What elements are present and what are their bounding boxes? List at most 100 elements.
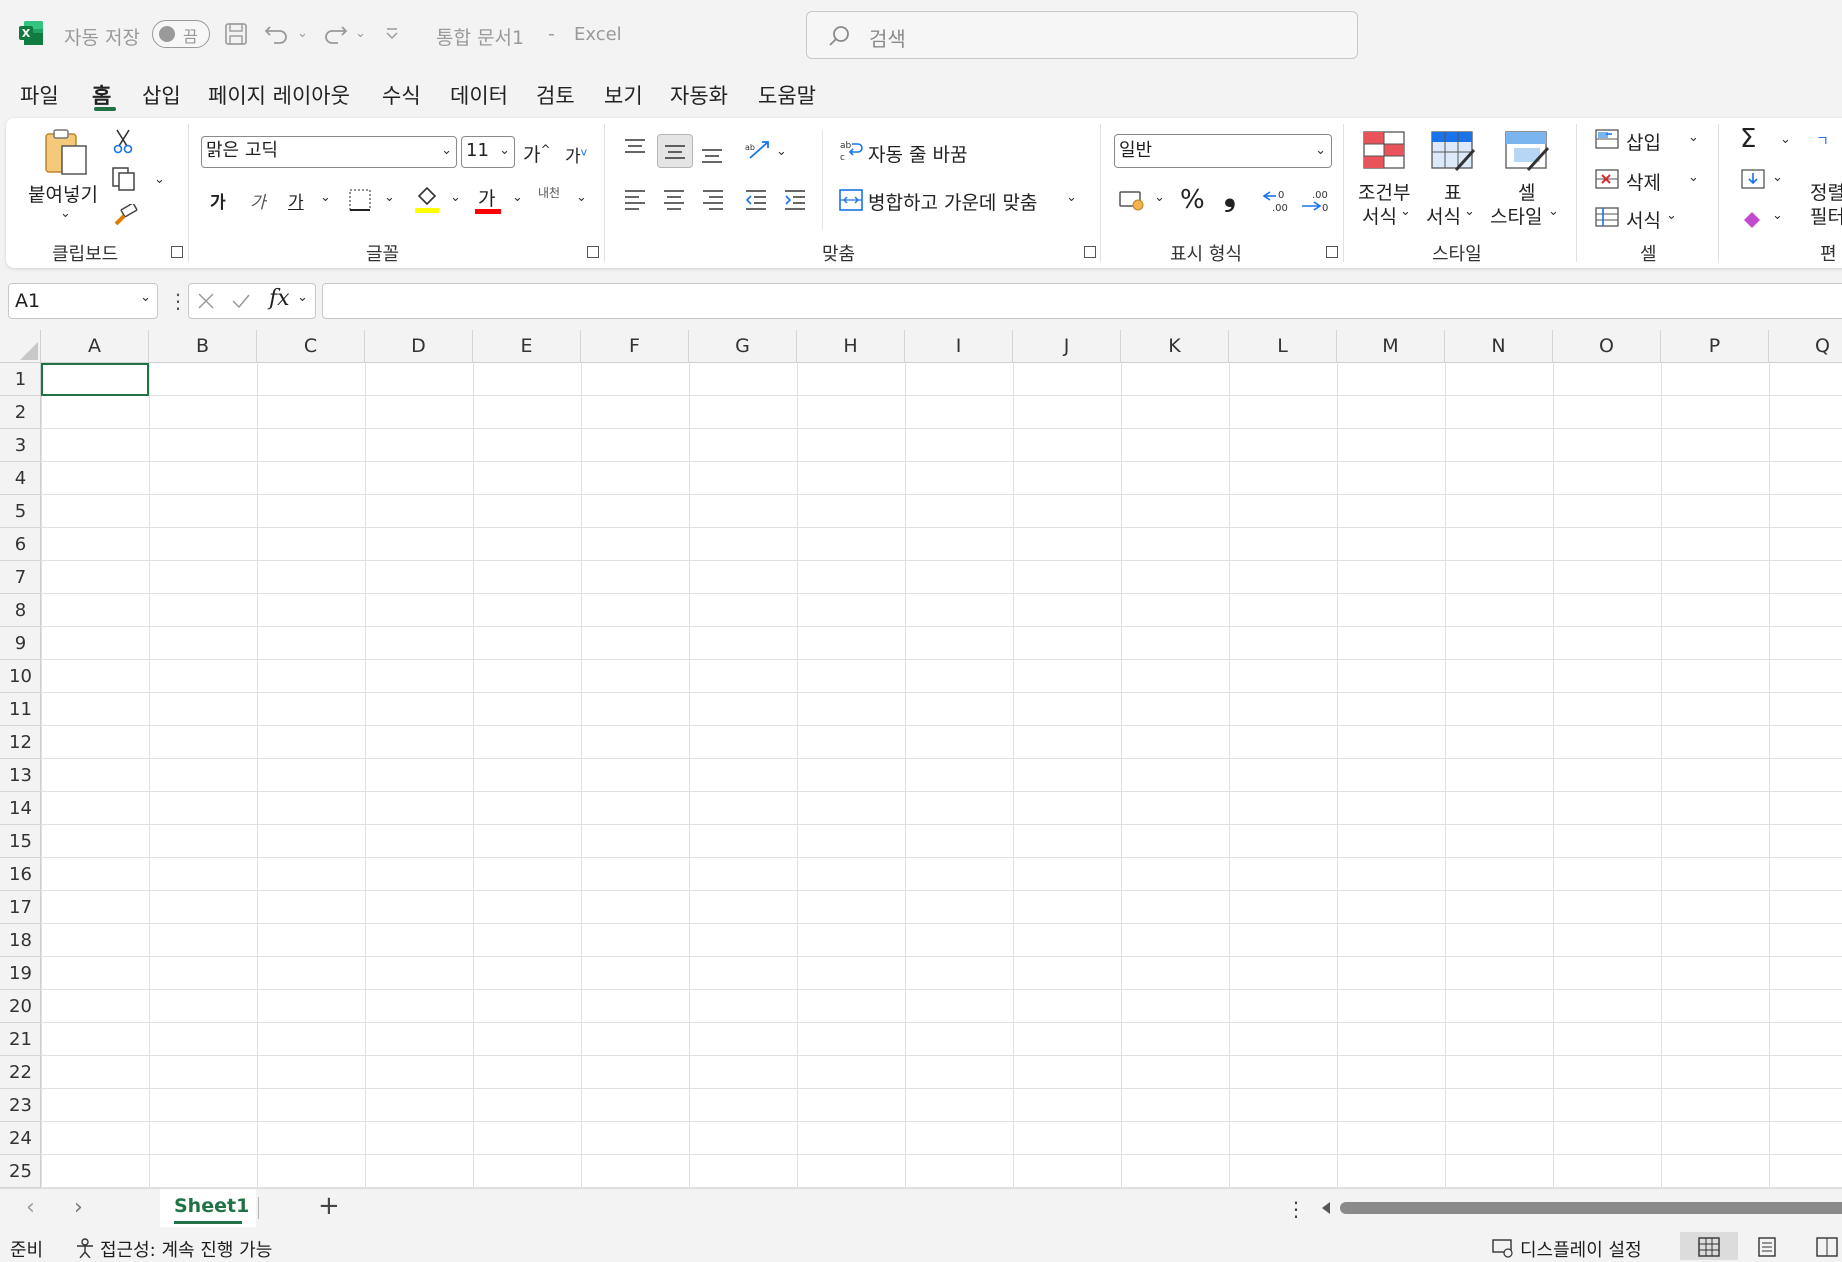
insert-cells-label[interactable]: 삽입 [1626, 128, 1661, 155]
sheet-tab-sheet1[interactable]: Sheet1 [160, 1189, 256, 1227]
conditional-formatting-icon[interactable] [1362, 130, 1406, 170]
sort-filter-label[interactable]: 정렬 [1810, 178, 1842, 205]
insert-cells-icon[interactable] [1594, 128, 1620, 150]
column-header[interactable]: G [689, 330, 797, 363]
format-as-table-label2[interactable]: 서식 [1426, 202, 1461, 229]
orientation-dropdown-icon[interactable]: ⌄ [776, 144, 787, 159]
phonetic-button[interactable]: 내천 [538, 184, 560, 201]
undo-dropdown-icon[interactable]: ⌄ [297, 26, 308, 41]
column-header[interactable]: N [1445, 330, 1553, 363]
row-header[interactable]: 25 [0, 1155, 41, 1188]
sort-filter-icon[interactable]: ㄱ [1814, 130, 1842, 166]
percent-button[interactable]: % [1180, 185, 1205, 215]
redo-dropdown-icon[interactable]: ⌄ [355, 26, 366, 41]
page-break-view-icon[interactable] [1816, 1237, 1838, 1257]
tab-data[interactable]: 데이터 [450, 80, 508, 110]
column-header[interactable]: J [1013, 330, 1121, 363]
more-options-icon[interactable]: ⋮ [1286, 1197, 1306, 1221]
align-top-icon[interactable] [623, 138, 647, 160]
align-left-icon[interactable] [623, 188, 647, 210]
sort-filter-label2[interactable]: 필터 [1810, 202, 1842, 229]
clipboard-launcher-icon[interactable] [171, 246, 183, 258]
cell-styles-label2[interactable]: 스타일 [1490, 202, 1542, 229]
font-launcher-icon[interactable] [587, 246, 599, 258]
tab-review[interactable]: 검토 [536, 80, 575, 110]
clear-dropdown-icon[interactable]: ⌄ [1772, 208, 1783, 223]
column-header[interactable]: P [1661, 330, 1769, 363]
tab-home[interactable]: 홈 [92, 80, 111, 110]
borders-dropdown-icon[interactable]: ⌄ [384, 190, 395, 205]
accessibility-icon[interactable] [74, 1238, 96, 1258]
wrap-text-button[interactable]: 자동 줄 바꿈 [868, 140, 967, 167]
row-header[interactable]: 20 [0, 990, 41, 1023]
row-header[interactable]: 11 [0, 693, 41, 726]
bold-button[interactable]: 가 [210, 188, 226, 213]
column-header[interactable]: A [41, 330, 149, 363]
paste-dropdown-icon[interactable]: ⌄ [60, 206, 71, 221]
row-header[interactable]: 22 [0, 1056, 41, 1089]
alignment-launcher-icon[interactable] [1084, 246, 1096, 258]
font-color-button[interactable]: 가 [474, 184, 502, 214]
cancel-icon[interactable] [197, 292, 215, 310]
insert-dropdown-icon[interactable]: ⌄ [1688, 130, 1699, 145]
save-icon[interactable] [224, 22, 248, 46]
row-header[interactable]: 5 [0, 495, 41, 528]
cell-area[interactable] [41, 363, 1842, 1188]
column-header[interactable]: B [149, 330, 257, 363]
row-header[interactable]: 1 [0, 363, 41, 396]
search-input[interactable]: 검색 [806, 11, 1358, 59]
column-header[interactable]: F [581, 330, 689, 363]
row-header[interactable]: 4 [0, 462, 41, 495]
tab-view[interactable]: 보기 [604, 80, 643, 110]
column-header[interactable]: Q [1769, 330, 1842, 363]
conditional-formatting-label2[interactable]: 서식 [1362, 202, 1397, 229]
conditional-dropdown-icon[interactable]: ⌄ [1400, 204, 1411, 219]
active-cell[interactable] [41, 363, 149, 396]
format-as-table-icon[interactable] [1430, 130, 1476, 172]
scroll-sheets-left-icon[interactable]: ‹ [26, 1195, 35, 1220]
delete-cells-label[interactable]: 삭제 [1626, 168, 1661, 195]
normal-view-button[interactable] [1680, 1232, 1738, 1260]
autosum-icon[interactable]: Σ [1740, 124, 1756, 154]
row-header[interactable]: 6 [0, 528, 41, 561]
page-layout-view-icon[interactable] [1756, 1237, 1778, 1257]
column-header[interactable]: I [905, 330, 1013, 363]
fill-dropdown-icon[interactable]: ⌄ [1772, 170, 1783, 185]
row-header[interactable]: 7 [0, 561, 41, 594]
enter-check-icon[interactable] [231, 292, 251, 310]
font-size-dropdown[interactable]: 11 ⌄ [461, 136, 515, 168]
row-header[interactable]: 24 [0, 1122, 41, 1155]
autosum-dropdown-icon[interactable]: ⌄ [1780, 132, 1791, 147]
column-header[interactable]: H [797, 330, 905, 363]
tab-automate[interactable]: 자동화 [670, 80, 728, 110]
cell-styles-icon[interactable] [1504, 130, 1550, 172]
tab-page-layout[interactable]: 페이지 레이아웃 [208, 80, 350, 110]
display-settings-icon[interactable] [1492, 1238, 1514, 1258]
row-header[interactable]: 9 [0, 627, 41, 660]
format-cells-label[interactable]: 서식 [1626, 206, 1661, 233]
fill-color-icon[interactable] [414, 184, 440, 214]
scroll-left-arrow-icon[interactable] [1320, 1201, 1332, 1215]
cut-icon[interactable] [112, 128, 134, 154]
redo-icon[interactable] [322, 21, 348, 45]
decrease-decimal-icon[interactable]: .00 0 [1300, 186, 1330, 214]
merge-center-icon[interactable] [838, 188, 864, 212]
merge-center-button[interactable]: 병합하고 가운데 맞춤 [868, 188, 1037, 215]
select-all-button[interactable] [0, 330, 41, 363]
horizontal-scrollbar[interactable] [1340, 1202, 1842, 1214]
name-box[interactable]: A1 ⌄ [8, 283, 158, 319]
clear-eraser-icon[interactable] [1740, 206, 1766, 228]
cell-styles-dropdown-icon[interactable]: ⌄ [1548, 204, 1559, 219]
row-header[interactable]: 23 [0, 1089, 41, 1122]
formula-input[interactable] [322, 283, 1842, 319]
tab-formulas[interactable]: 수식 [382, 80, 421, 110]
number-launcher-icon[interactable] [1326, 246, 1338, 258]
autosave-toggle[interactable]: 끔 [152, 20, 210, 48]
grow-font-button[interactable]: 가^ [523, 140, 551, 167]
accessibility-status[interactable]: 접근성: 계속 진행 가능 [100, 1236, 272, 1262]
more-options-icon[interactable]: ⋮ [168, 289, 188, 313]
increase-indent-icon[interactable] [783, 188, 807, 210]
accounting-format-icon[interactable] [1118, 188, 1146, 212]
tab-help[interactable]: 도움말 [758, 80, 816, 110]
insert-function-button[interactable]: fx [269, 286, 290, 311]
